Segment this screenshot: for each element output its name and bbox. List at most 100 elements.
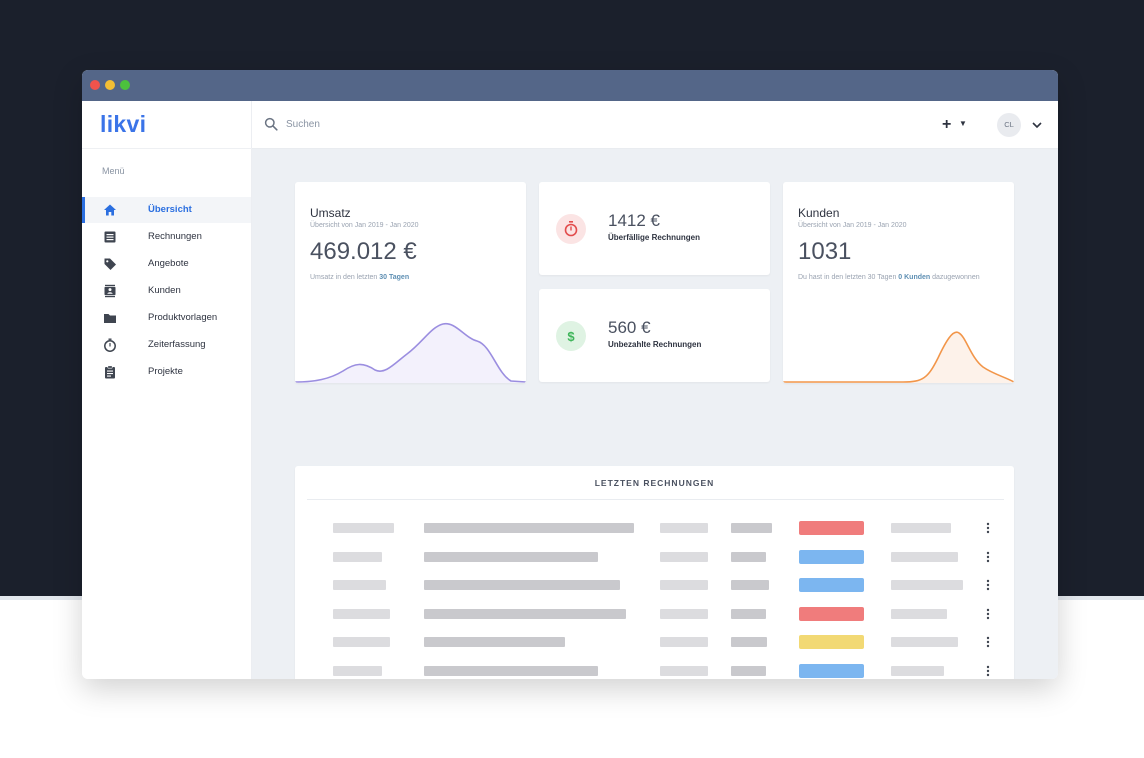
table-divider [307, 499, 1004, 500]
menu-title: Menü [102, 166, 125, 176]
placeholder-cell [731, 608, 766, 619]
placeholder-cell [424, 608, 626, 619]
placeholder-cell [731, 523, 772, 533]
placeholder-cell [424, 665, 598, 676]
sidebar-item-label: Kunden [148, 285, 181, 296]
kunden-note: Du hast in den letzten 30 Tagen 0 Kunden… [798, 272, 1013, 283]
umsatz-sparkline [295, 322, 526, 383]
table-row[interactable] [295, 521, 1014, 535]
invoice-list-icon [104, 231, 116, 243]
sidebar-item-produktvorlagen[interactable]: Produktvorlagen [82, 305, 251, 331]
status-badge [799, 663, 864, 678]
window-titlebar [82, 70, 1058, 101]
table-row[interactable] [295, 663, 1014, 678]
table-row[interactable] [295, 549, 1014, 564]
placeholder-cell [731, 580, 769, 590]
sidebar-item-uebersicht[interactable]: Übersicht [82, 197, 251, 223]
umsatz-note-text: Umsatz in den letzten [310, 274, 380, 281]
sidebar-item-zeiterfassung[interactable]: Zeiterfassung [82, 332, 251, 358]
tag-icon [104, 258, 116, 270]
status-badge [799, 578, 864, 592]
more-options-icon[interactable] [985, 665, 991, 677]
overdue-value: 1412 € [608, 211, 660, 230]
more-options-icon[interactable] [985, 551, 991, 563]
status-badge [799, 635, 864, 649]
placeholder-cell [333, 580, 386, 590]
sidebar-item-label: Angebote [148, 258, 189, 269]
placeholder-cell [891, 523, 951, 533]
sidebar-item-label: Übersicht [148, 204, 192, 215]
status-badge [799, 606, 864, 621]
topbar: + ▼ CL [252, 101, 1058, 149]
sidebar-item-label: Zeiterfassung [148, 339, 206, 350]
umsatz-note-highlight: 30 Tagen [379, 274, 410, 281]
umsatz-title: Umsatz [310, 206, 351, 220]
placeholder-cell [891, 551, 958, 562]
kunden-note-text: Du hast in den letzten 30 Tagen [798, 274, 899, 281]
contacts-icon [104, 284, 116, 298]
placeholder-cell [660, 580, 708, 590]
clipboard-icon [105, 365, 115, 379]
more-options-icon[interactable] [985, 636, 991, 648]
more-options-icon[interactable] [985, 608, 991, 620]
chevron-down-icon[interactable] [1030, 118, 1044, 132]
kunden-subtitle: Übersicht von Jan 2019 - Jan 2020 [798, 222, 907, 229]
placeholder-cell [660, 608, 708, 619]
placeholder-cell [731, 551, 766, 562]
placeholder-cell [731, 665, 766, 676]
placeholder-cell [333, 637, 390, 647]
app-logo[interactable]: likvi [100, 111, 146, 138]
umsatz-value: 469.012 € [310, 238, 417, 265]
sidebar-divider [82, 148, 252, 149]
placeholder-cell [424, 523, 634, 533]
sidebar-item-label: Rechnungen [148, 231, 202, 242]
placeholder-cell [891, 637, 958, 647]
kunden-value: 1031 [798, 238, 852, 265]
placeholder-cell [731, 637, 767, 647]
sidebar-item-angebote[interactable]: Angebote [82, 251, 251, 277]
sidebar-item-rechnungen[interactable]: Rechnungen [82, 224, 251, 250]
placeholder-cell [333, 608, 390, 619]
stopwatch-icon [104, 338, 116, 352]
main-content: Umsatz Übersicht von Jan 2019 - Jan 2020… [252, 149, 1058, 679]
overdue-invoices-card[interactable]: 1412 € Überfällige Rechnungen [539, 182, 770, 275]
svg-text:$: $ [567, 329, 575, 344]
sidebar-item-projekte[interactable]: Projekte [82, 359, 251, 385]
table-row[interactable] [295, 606, 1014, 621]
folder-icon [104, 314, 116, 323]
more-options-icon[interactable] [985, 522, 991, 534]
sidebar-item-label: Produktvorlagen [148, 312, 218, 323]
unpaid-value: 560 € [608, 318, 651, 337]
window-maximize-button[interactable] [120, 80, 130, 90]
overdue-label: Überfällige Rechnungen [608, 233, 701, 242]
overdue-icon-badge [556, 214, 586, 244]
placeholder-cell [333, 665, 382, 676]
search-input[interactable] [286, 115, 586, 133]
placeholder-cell [424, 580, 620, 590]
window-close-button[interactable] [90, 80, 100, 90]
sidebar-item-label: Projekte [148, 366, 183, 377]
home-icon [104, 204, 116, 216]
caret-down-icon: ▼ [959, 119, 967, 128]
add-new-button[interactable]: + ▼ [942, 113, 972, 137]
more-options-icon[interactable] [985, 579, 991, 591]
sidebar: likvi Menü Übersicht Rechnungen Angebote [82, 101, 252, 679]
umsatz-subtitle: Übersicht von Jan 2019 - Jan 2020 [310, 222, 419, 229]
unpaid-icon-badge: $ [556, 321, 586, 351]
kunden-note-highlight: 0 Kunden [898, 274, 931, 281]
kunden-sparkline [783, 331, 1014, 383]
table-row[interactable] [295, 578, 1014, 592]
avatar[interactable]: CL [997, 113, 1021, 137]
table-row[interactable] [295, 635, 1014, 649]
app-window: likvi Menü Übersicht Rechnungen Angebote [82, 70, 1058, 679]
search-icon [264, 117, 278, 131]
window-minimize-button[interactable] [105, 80, 115, 90]
kunden-card: Kunden Übersicht von Jan 2019 - Jan 2020… [783, 182, 1014, 383]
unpaid-invoices-card[interactable]: $ 560 € Unbezahlte Rechnungen [539, 289, 770, 382]
plus-icon: + [942, 116, 952, 133]
unpaid-label: Unbezahlte Rechnungen [608, 340, 702, 349]
status-badge [799, 549, 864, 564]
sidebar-item-kunden[interactable]: Kunden [82, 278, 251, 304]
placeholder-cell [660, 551, 708, 562]
umsatz-card: Umsatz Übersicht von Jan 2019 - Jan 2020… [295, 182, 526, 383]
